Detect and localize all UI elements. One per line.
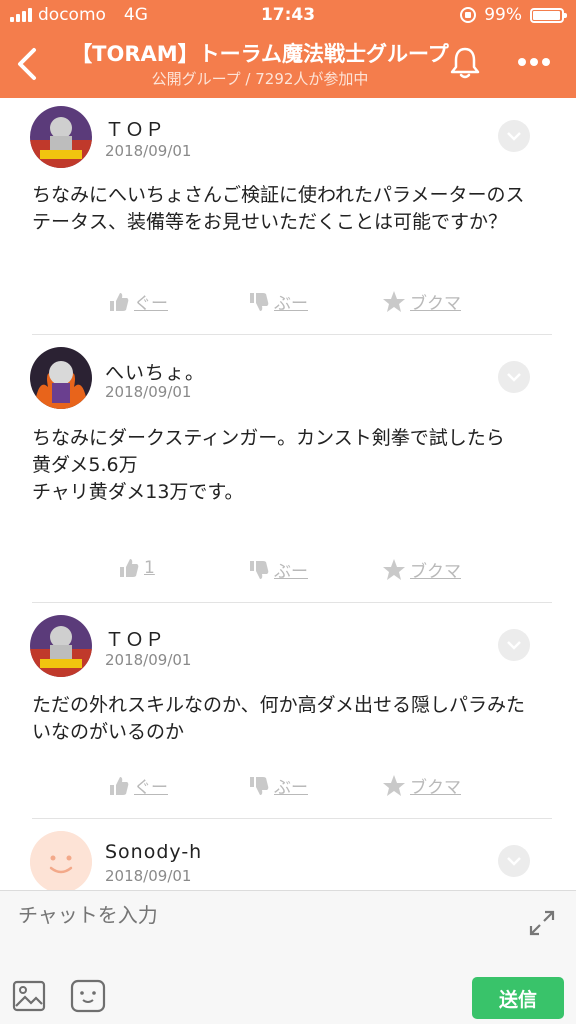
message-menu-button[interactable] <box>498 361 530 393</box>
sticker-icon <box>70 979 106 1013</box>
dislike-label: ぶー <box>274 294 308 314</box>
thumbs-up-icon <box>110 292 129 311</box>
message-actions: 1 ぶー ブクマ <box>0 557 576 587</box>
avatar[interactable] <box>30 347 92 409</box>
expand-input-button[interactable] <box>528 909 556 937</box>
battery-icon <box>530 7 567 23</box>
message-menu-button[interactable] <box>498 120 530 152</box>
sender-name: Sonody-h <box>105 841 203 863</box>
sender-name: へいちょ。 <box>105 362 206 384</box>
dislike-button[interactable]: ぶー <box>248 773 308 798</box>
photo-button[interactable] <box>12 979 46 1013</box>
rotation-lock-icon <box>460 7 477 23</box>
message-date: 2018/09/01 <box>105 142 192 160</box>
message-menu-button[interactable] <box>498 845 530 877</box>
thumbs-up-icon <box>120 559 139 577</box>
image-icon <box>12 980 46 1012</box>
dislike-button[interactable]: ぶー <box>248 289 308 314</box>
message-date: 2018/09/01 <box>105 383 192 401</box>
bookmark-button[interactable]: ブクマ <box>382 557 461 582</box>
dislike-label: ぶー <box>274 562 308 582</box>
divider <box>32 602 552 603</box>
sticker-button[interactable] <box>70 979 106 1013</box>
status-bar: docomo 4G 17:43 99% <box>0 0 576 30</box>
battery-percent: 99% <box>484 5 522 25</box>
like-button[interactable]: ぐー <box>108 773 168 798</box>
message-text: ただの外れスキルなのか、何か高ダメ出せる隠しパラみたいなのがいるのか <box>32 694 526 743</box>
star-icon <box>383 290 405 312</box>
send-button[interactable]: 送信 <box>472 977 564 1019</box>
message-text: ちなみにへいちょさんご検証に使われたパラメーターのステータス、装備等をお見せいた… <box>32 184 525 233</box>
more-dots-icon <box>518 58 550 66</box>
bookmark-label: ブクマ <box>410 294 461 314</box>
avatar[interactable] <box>30 106 92 168</box>
message-date: 2018/09/01 <box>105 651 192 669</box>
like-button[interactable]: ぐー <box>108 289 168 314</box>
message-date: 2018/09/01 <box>105 867 192 885</box>
bookmark-label: ブクマ <box>410 778 461 798</box>
chevron-down-icon <box>507 641 521 650</box>
default-avatar-icon[interactable] <box>30 831 92 890</box>
message-actions: ぐー ぶー ブクマ <box>0 773 576 803</box>
sender-name: ＴＯＰ <box>105 629 166 651</box>
dislike-label: ぶー <box>274 778 308 798</box>
thumbs-up-icon <box>110 776 129 795</box>
group-title: 【TORAM】トーラム魔法戦士グループ <box>71 42 449 66</box>
sender-name: ＴＯＰ <box>105 119 166 141</box>
chevron-down-icon <box>507 132 521 141</box>
group-subtitle: 公開グループ / 7292人が参加中 <box>151 70 369 88</box>
like-count: 1 <box>144 558 155 578</box>
message-list[interactable]: ＴＯＰ 2018/09/01 ちなみにへいちょさんご検証に使われたパラメーターの… <box>0 98 576 890</box>
thumbs-down-icon <box>250 292 269 311</box>
divider <box>32 334 552 335</box>
message-text: ちなみにダークスティンガー。カンスト剣拳で試したら 黄ダメ5.6万 チャリ黄ダメ… <box>32 427 505 503</box>
like-label: ぐー <box>134 778 168 798</box>
star-icon <box>383 774 405 796</box>
notification-button[interactable] <box>447 44 483 80</box>
group-header: 【TORAM】トーラム魔法戦士グループ 公開グループ / 7292人が参加中 <box>0 30 576 98</box>
divider <box>32 818 552 819</box>
back-button[interactable] <box>12 44 42 84</box>
bookmark-label: ブクマ <box>410 562 461 582</box>
chevron-down-icon <box>507 373 521 382</box>
expand-icon <box>529 910 555 936</box>
like-label: ぐー <box>134 294 168 314</box>
like-button[interactable]: 1 <box>118 557 155 579</box>
thumbs-down-icon <box>250 776 269 795</box>
message-menu-button[interactable] <box>498 629 530 661</box>
thumbs-down-icon <box>250 560 269 579</box>
message-actions: ぐー ぶー ブクマ <box>0 289 576 319</box>
chevron-left-icon <box>18 48 36 80</box>
dislike-button[interactable]: ぶー <box>248 557 308 582</box>
chat-input[interactable] <box>18 903 498 927</box>
avatar[interactable] <box>30 615 92 677</box>
more-options-button[interactable] <box>512 44 556 80</box>
chat-input-bar: 送信 <box>0 890 576 1024</box>
chevron-down-icon <box>507 857 521 866</box>
bookmark-button[interactable]: ブクマ <box>382 773 461 798</box>
bell-icon <box>450 47 480 79</box>
star-icon <box>383 558 405 580</box>
bookmark-button[interactable]: ブクマ <box>382 289 461 314</box>
